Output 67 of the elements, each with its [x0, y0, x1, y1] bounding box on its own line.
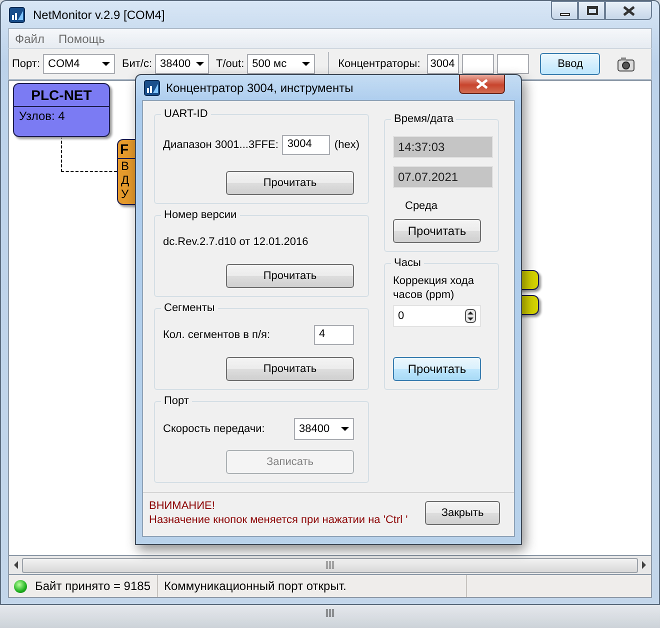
maximize-button[interactable] — [578, 1, 605, 20]
input-field[interactable] — [497, 54, 530, 74]
grip-icon — [326, 561, 334, 569]
dropdown-arrow-icon — [196, 62, 204, 66]
group-title: Время/дата — [391, 112, 456, 127]
group-title: Номер версии — [161, 208, 240, 223]
field-label: Скорость передачи: — [163, 423, 265, 435]
time-field: 14:37:03 — [393, 136, 493, 158]
camera-icon[interactable] — [617, 56, 636, 72]
field-label: Концентраторы: — [338, 58, 420, 70]
node-text: В — [120, 159, 130, 173]
weekday-text: Среда — [405, 200, 438, 212]
read-button[interactable]: Прочитать — [393, 219, 481, 243]
field-label: Бит/с: — [122, 58, 152, 70]
read-button[interactable]: Прочитать — [226, 357, 354, 381]
warning-title: ВНИМАНИЕ! — [149, 499, 216, 513]
scroll-left-icon[interactable] — [12, 560, 20, 570]
input-field[interactable] — [462, 54, 494, 74]
input-field[interactable]: 3004 — [427, 54, 460, 74]
menu-item[interactable]: Файл — [15, 32, 45, 46]
node-title: PLC-NET — [14, 84, 109, 107]
port-dropdown[interactable]: COM4 — [43, 54, 115, 74]
close-icon — [476, 79, 488, 89]
read-button[interactable]: Прочитать — [393, 357, 481, 381]
dropdown-arrow-icon — [302, 62, 310, 66]
field-label: T/out: — [216, 58, 244, 70]
dialog-title: Концентратор 3004, инструменты — [166, 80, 354, 94]
spin-field[interactable]: 0 — [393, 305, 481, 327]
app-icon — [9, 6, 25, 22]
input-field[interactable]: 4 — [314, 325, 354, 345]
group-title: Порт — [161, 394, 192, 409]
close-button[interactable] — [459, 75, 505, 94]
scroll-right-icon[interactable] — [640, 560, 648, 570]
speed-dropdown[interactable]: 38400 — [294, 418, 354, 440]
horizontal-scrollbar[interactable] — [8, 556, 652, 575]
diagram-node[interactable]: PLC-NET Узлов: 4 — [13, 83, 110, 137]
minimize-button[interactable] — [551, 1, 578, 20]
scroll-thumb[interactable] — [22, 558, 638, 572]
version-text: dc.Rev.2.7.d10 от 12.01.2016 — [163, 236, 310, 248]
node-text: Узлов: 4 — [18, 108, 66, 125]
status-message: Коммуникационный порт открыт. — [164, 579, 346, 593]
date-field: 07.07.2021 — [393, 166, 493, 188]
warning-text: Назначение кнопок меняется при нажатии на 'Ctrl ' — [149, 513, 409, 527]
field-label: Диапазон 3001...3FFE: — [163, 139, 278, 151]
dropdown-arrow-icon — [341, 427, 349, 431]
timeout-dropdown[interactable]: 500 мс — [247, 54, 316, 74]
app-icon — [144, 80, 160, 96]
field-label: Порт: — [12, 58, 40, 70]
read-button[interactable]: Прочитать — [226, 171, 354, 195]
input-field[interactable]: 3004 — [282, 135, 330, 155]
close-button[interactable] — [605, 1, 652, 20]
status-text: Байт принято = 9185 — [35, 579, 150, 593]
close-dialog-button[interactable]: Закрыть — [425, 501, 500, 525]
dropdown-arrow-icon — [102, 62, 110, 66]
unit-label: (hex) — [334, 139, 360, 151]
grip-icon[interactable] — [326, 609, 334, 617]
window-title: NetMonitor v.2.9 [COM4] — [33, 8, 165, 22]
enter-button[interactable]: Ввод — [540, 53, 600, 75]
node-text: У — [120, 187, 130, 201]
field-label: Коррекция хода часов (ppm) — [393, 274, 475, 302]
spinner-arrows-icon[interactable] — [465, 309, 476, 323]
baud-dropdown[interactable]: 38400 — [155, 54, 210, 74]
read-button[interactable]: Прочитать — [226, 264, 354, 288]
close-icon — [623, 6, 635, 16]
node-text: Д — [120, 173, 130, 187]
field-label: Кол. сегментов в п/я: — [163, 329, 270, 341]
menu-item[interactable]: Помощь — [58, 32, 105, 46]
